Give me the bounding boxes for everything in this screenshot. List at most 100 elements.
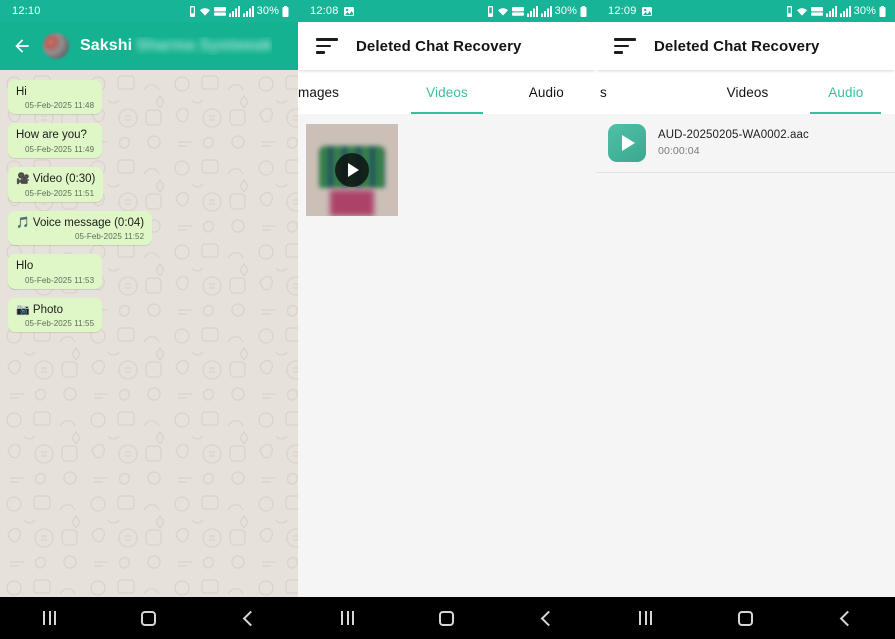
message-bubble[interactable]: Hi 05-Feb-2025 11:48 (8, 80, 103, 115)
battery-icon (580, 5, 587, 17)
back-button[interactable] (225, 597, 271, 639)
message-label: Voice message (0:04) (32, 216, 145, 229)
status-bar-right: 30% (487, 5, 587, 17)
tab-audio[interactable]: Audio (497, 70, 596, 114)
app-bar: Deleted Chat Recovery (298, 22, 596, 70)
panel-whatsapp-chat: 12:10 30% Sakshi Sharma Systweak Hi 05-F… (0, 0, 298, 639)
audio-list: AUD-20250205-WA0002.aac 00:00:04 (596, 114, 895, 173)
signal-bars-icon (228, 5, 240, 17)
tab-images[interactable]: s (596, 70, 698, 114)
status-time: 12:09 (608, 5, 637, 17)
avatar[interactable] (43, 33, 69, 59)
video-thumbnail[interactable] (306, 124, 398, 216)
message-bubble[interactable]: How are you? 05-Feb-2025 11:49 (8, 123, 103, 158)
tab-videos[interactable]: Videos (698, 70, 796, 114)
camera-icon: 📷 (16, 303, 30, 316)
android-nav-bar (0, 597, 298, 639)
back-icon (540, 610, 557, 626)
battery-percent: 30% (256, 5, 279, 17)
recents-icon (341, 611, 355, 625)
back-icon (839, 610, 855, 626)
message-bubble[interactable]: 🎵 Voice message (0:04) 05-Feb-2025 11:52 (8, 210, 153, 246)
signal-bars-icon (242, 5, 254, 17)
home-button[interactable] (126, 597, 172, 639)
audio-content: AUD-20250205-WA0002.aac 00:00:04 (596, 114, 895, 597)
divider (596, 172, 895, 173)
status-bar-right: 30% (189, 5, 289, 17)
android-nav-bar (298, 597, 596, 639)
music-note-icon: 🎵 (16, 216, 30, 229)
message-text: 📷 Photo (16, 303, 94, 318)
message-bubble[interactable]: 🎥 Video (0:30) 05-Feb-2025 11:51 (8, 166, 104, 202)
message-time: 05-Feb-2025 11:52 (74, 232, 145, 242)
tab-images[interactable]: mages (298, 70, 397, 114)
message-time: 05-Feb-2025 11:55 (25, 319, 95, 329)
tab-label: mages (298, 84, 340, 100)
whatsapp-app-bar: Sakshi Sharma Systweak (0, 22, 298, 70)
battery-icon (282, 5, 289, 17)
sort-menu-icon[interactable] (316, 38, 338, 54)
videos-content (298, 114, 596, 597)
wifi-icon (199, 7, 210, 16)
tab-audio[interactable]: Audio (797, 70, 895, 114)
recents-button[interactable] (27, 597, 73, 639)
back-icon (242, 610, 259, 626)
message-bubble[interactable]: Hlo 05-Feb-2025 11:53 (8, 254, 103, 289)
message-time: 05-Feb-2025 11:53 (25, 275, 95, 285)
message-bubble[interactable]: 📷 Photo 05-Feb-2025 11:55 (8, 297, 103, 333)
message-time: 05-Feb-2025 11:48 (25, 101, 95, 111)
tab-label: Videos (726, 84, 769, 100)
home-icon (141, 610, 157, 626)
home-button[interactable] (424, 597, 470, 639)
audio-meta: AUD-20250205-WA0002.aac 00:00:04 (658, 129, 809, 157)
home-icon (737, 610, 753, 626)
signal-bars-icon (839, 5, 851, 17)
sort-menu-icon[interactable] (614, 38, 636, 54)
recents-button[interactable] (623, 597, 669, 639)
home-button[interactable] (722, 597, 768, 639)
signal-bars-icon (526, 5, 538, 17)
tab-label: Videos (426, 84, 468, 100)
status-bar-right: 30% (786, 5, 886, 17)
message-time: 05-Feb-2025 11:49 (25, 144, 95, 154)
video-grid (298, 114, 596, 216)
screenshot-icon (343, 6, 354, 16)
message-text: Hlo (16, 260, 34, 273)
app-bar: Deleted Chat Recovery (596, 22, 895, 70)
status-time: 12:08 (310, 5, 339, 17)
contact-name: Sakshi (80, 37, 133, 54)
lte-data-icon (511, 6, 524, 16)
status-time: 12:10 (12, 5, 41, 17)
list-item[interactable]: AUD-20250205-WA0002.aac 00:00:04 (596, 114, 895, 172)
back-button[interactable] (523, 597, 569, 639)
home-icon (439, 610, 455, 626)
tab-bar: s Videos Audio (596, 70, 895, 114)
vibrate-icon (786, 5, 792, 17)
audio-filename: AUD-20250205-WA0002.aac (658, 129, 809, 141)
lte-data-icon (213, 6, 226, 16)
back-arrow-icon[interactable] (12, 36, 32, 56)
message-label: Photo (32, 303, 63, 316)
page-title: Deleted Chat Recovery (356, 37, 522, 55)
message-text: 🎵 Voice message (0:04) (16, 216, 144, 231)
message-time: 05-Feb-2025 11:51 (25, 188, 95, 198)
message-text: 🎥 Video (0:30) (16, 172, 95, 187)
tab-label: Audio (528, 84, 564, 100)
message-label: Video (0:30) (32, 172, 96, 185)
signal-bars-icon (540, 5, 552, 17)
play-icon[interactable] (335, 153, 369, 187)
message-list: Hi 05-Feb-2025 11:48 How are you? 05-Feb… (0, 80, 298, 333)
play-icon[interactable] (608, 124, 646, 162)
contact-title[interactable]: Sakshi Sharma Systweak (80, 37, 272, 55)
message-text: Hi (16, 86, 27, 98)
signal-bars-icon (825, 5, 837, 17)
screenshot-icon (641, 6, 652, 16)
status-bar-left: 12:09 (608, 5, 652, 17)
back-button[interactable] (822, 597, 868, 639)
tab-videos[interactable]: Videos (397, 70, 496, 114)
android-nav-bar (596, 597, 895, 639)
tab-label: s (600, 84, 607, 100)
recents-button[interactable] (325, 597, 371, 639)
three-phone-screenshots: 12:10 30% Sakshi Sharma Systweak Hi 05-F… (0, 0, 895, 639)
vibrate-icon (487, 5, 493, 17)
